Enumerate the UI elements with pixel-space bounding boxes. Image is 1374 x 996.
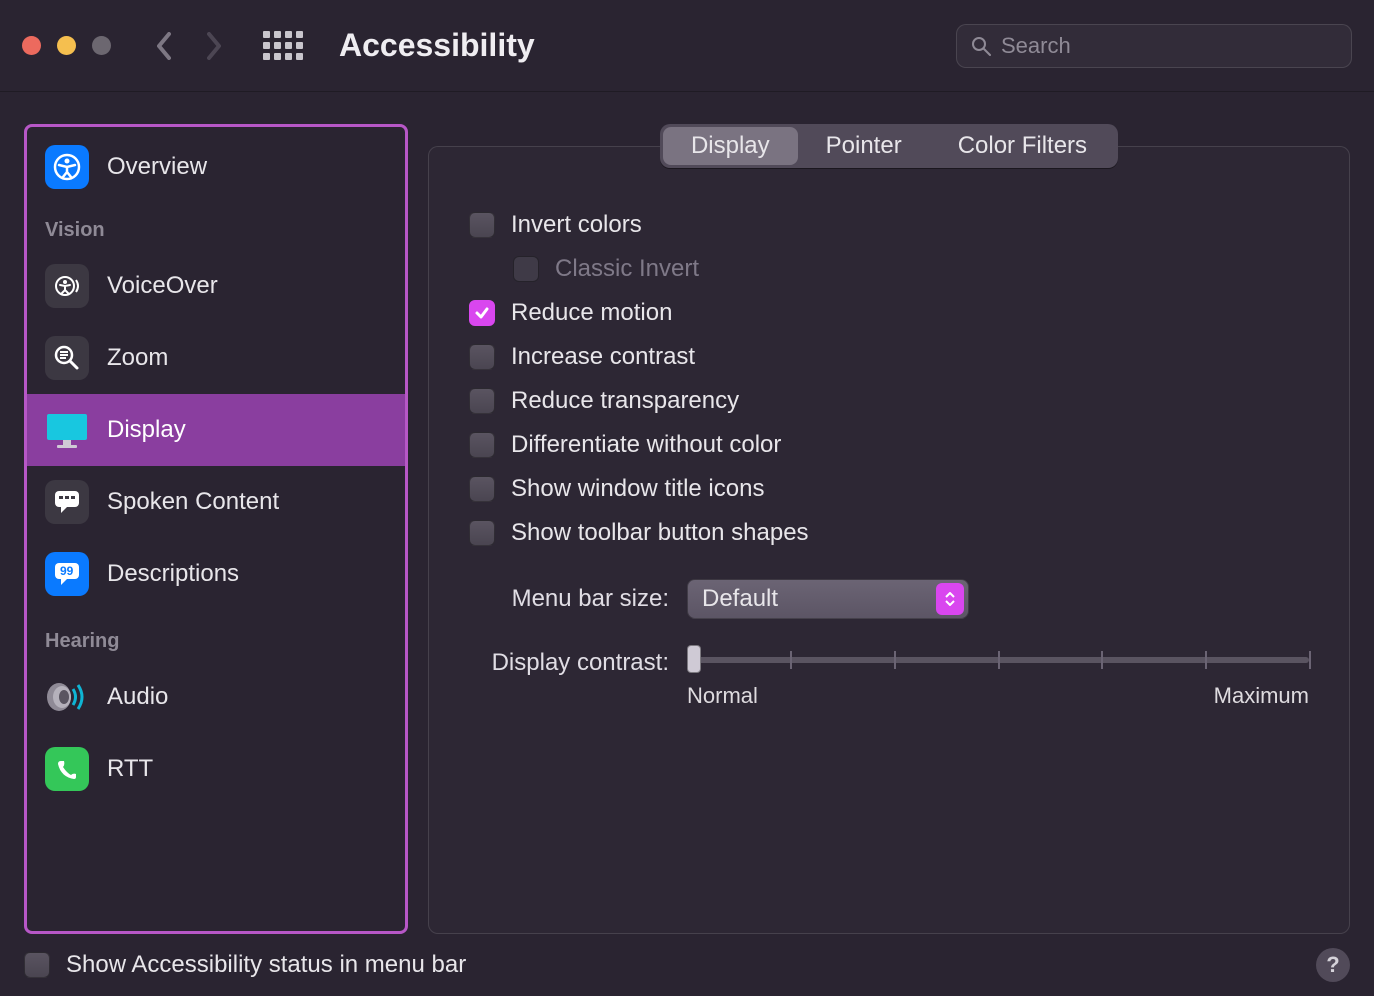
slider-max-label: Maximum [1214,683,1309,709]
checkbox-increase-contrast[interactable]: Increase contrast [469,335,1309,379]
window-title: Accessibility [339,27,535,64]
checkbox-classic-invert: Classic Invert [513,247,1309,291]
checkbox-icon [469,212,495,238]
sidebar-item-zoom[interactable]: Zoom [27,322,405,394]
audio-icon [45,675,89,719]
descriptions-icon: 99 [45,552,89,596]
display-tabs: Display Pointer Color Filters [660,124,1118,168]
sidebar-item-label: RTT [107,755,153,783]
navigation-arrows [155,31,223,61]
checkbox-label: Show toolbar button shapes [511,519,809,547]
rtt-icon [45,747,89,791]
display-contrast-row: Display contrast: Normal Maxim [469,645,1309,709]
display-contrast-slider[interactable] [687,657,1309,663]
tab-pointer[interactable]: Pointer [798,127,930,165]
slider-knob[interactable] [687,645,701,673]
detail-pane: Display Pointer Color Filters Invert col… [428,124,1350,934]
sidebar: Overview Vision VoiceOver Zoom Displa [24,124,408,934]
display-contrast-label: Display contrast: [469,645,669,677]
checkbox-show-window-title-icons[interactable]: Show window title icons [469,467,1309,511]
checkbox-differentiate-without-color[interactable]: Differentiate without color [469,423,1309,467]
sidebar-item-descriptions[interactable]: 99 Descriptions [27,538,405,610]
checkbox-show-accessibility-status[interactable] [24,952,50,978]
checkbox-label: Show window title icons [511,475,764,503]
close-window-button[interactable] [22,36,41,55]
menu-bar-size-row: Menu bar size: Default [469,579,1309,619]
checkbox-label: Differentiate without color [511,431,781,459]
sidebar-item-voiceover[interactable]: VoiceOver [27,250,405,322]
checkbox-label: Increase contrast [511,343,695,371]
sidebar-item-label: Audio [107,683,168,711]
sidebar-item-label: VoiceOver [107,272,218,300]
checkbox-label: Reduce transparency [511,387,739,415]
tab-display[interactable]: Display [663,127,798,165]
toolbar: Accessibility [0,0,1374,92]
help-button[interactable]: ? [1316,948,1350,982]
search-icon [971,36,991,56]
footer: Show Accessibility status in menu bar ? [0,934,1374,996]
sidebar-item-overview[interactable]: Overview [27,127,405,199]
show-all-prefs-button[interactable] [263,31,303,60]
checkbox-show-toolbar-button-shapes[interactable]: Show toolbar button shapes [469,511,1309,555]
sidebar-item-rtt[interactable]: RTT [27,733,405,805]
sidebar-item-label: Display [107,416,186,444]
checkbox-icon [469,388,495,414]
back-button[interactable] [155,31,173,61]
sidebar-item-label: Zoom [107,344,168,372]
slider-min-label: Normal [687,683,758,709]
sidebar-item-label: Spoken Content [107,488,279,516]
checkbox-icon [513,256,539,282]
checkbox-icon [469,300,495,326]
checkbox-reduce-transparency[interactable]: Reduce transparency [469,379,1309,423]
menu-bar-size-label: Menu bar size: [469,585,669,613]
svg-text:99: 99 [60,564,74,578]
checkbox-label: Invert colors [511,211,642,239]
select-value: Default [702,585,778,613]
checkbox-icon [469,344,495,370]
search-input[interactable] [1001,33,1337,59]
minimize-window-button[interactable] [57,36,76,55]
zoom-icon [45,336,89,380]
menu-bar-size-select[interactable]: Default [687,579,969,619]
sidebar-item-label: Descriptions [107,560,239,588]
checkbox-invert-colors[interactable]: Invert colors [469,203,1309,247]
window-controls [22,36,111,55]
checkbox-icon [469,520,495,546]
sidebar-item-label: Overview [107,153,207,181]
footer-checkbox-label: Show Accessibility status in menu bar [66,951,466,979]
checkbox-icon [469,476,495,502]
sidebar-item-audio[interactable]: Audio [27,661,405,733]
checkbox-icon [469,432,495,458]
select-stepper-icon [936,583,964,615]
forward-button[interactable] [205,31,223,61]
spoken-content-icon [45,480,89,524]
sidebar-section-hearing: Hearing [27,610,405,661]
content-area: Overview Vision VoiceOver Zoom Displa [0,92,1374,934]
sidebar-section-vision: Vision [27,199,405,250]
display-icon [45,408,89,452]
accessibility-icon [45,145,89,189]
sidebar-item-display[interactable]: Display [27,394,405,466]
sidebar-item-spoken-content[interactable]: Spoken Content [27,466,405,538]
checkbox-label: Classic Invert [555,255,699,283]
tab-color-filters[interactable]: Color Filters [930,127,1115,165]
zoom-window-button[interactable] [92,36,111,55]
search-field[interactable] [956,24,1352,68]
checkbox-reduce-motion[interactable]: Reduce motion [469,291,1309,335]
checkbox-label: Reduce motion [511,299,672,327]
display-settings-group: Invert colors Classic Invert Reduce moti… [428,146,1350,934]
voiceover-icon [45,264,89,308]
